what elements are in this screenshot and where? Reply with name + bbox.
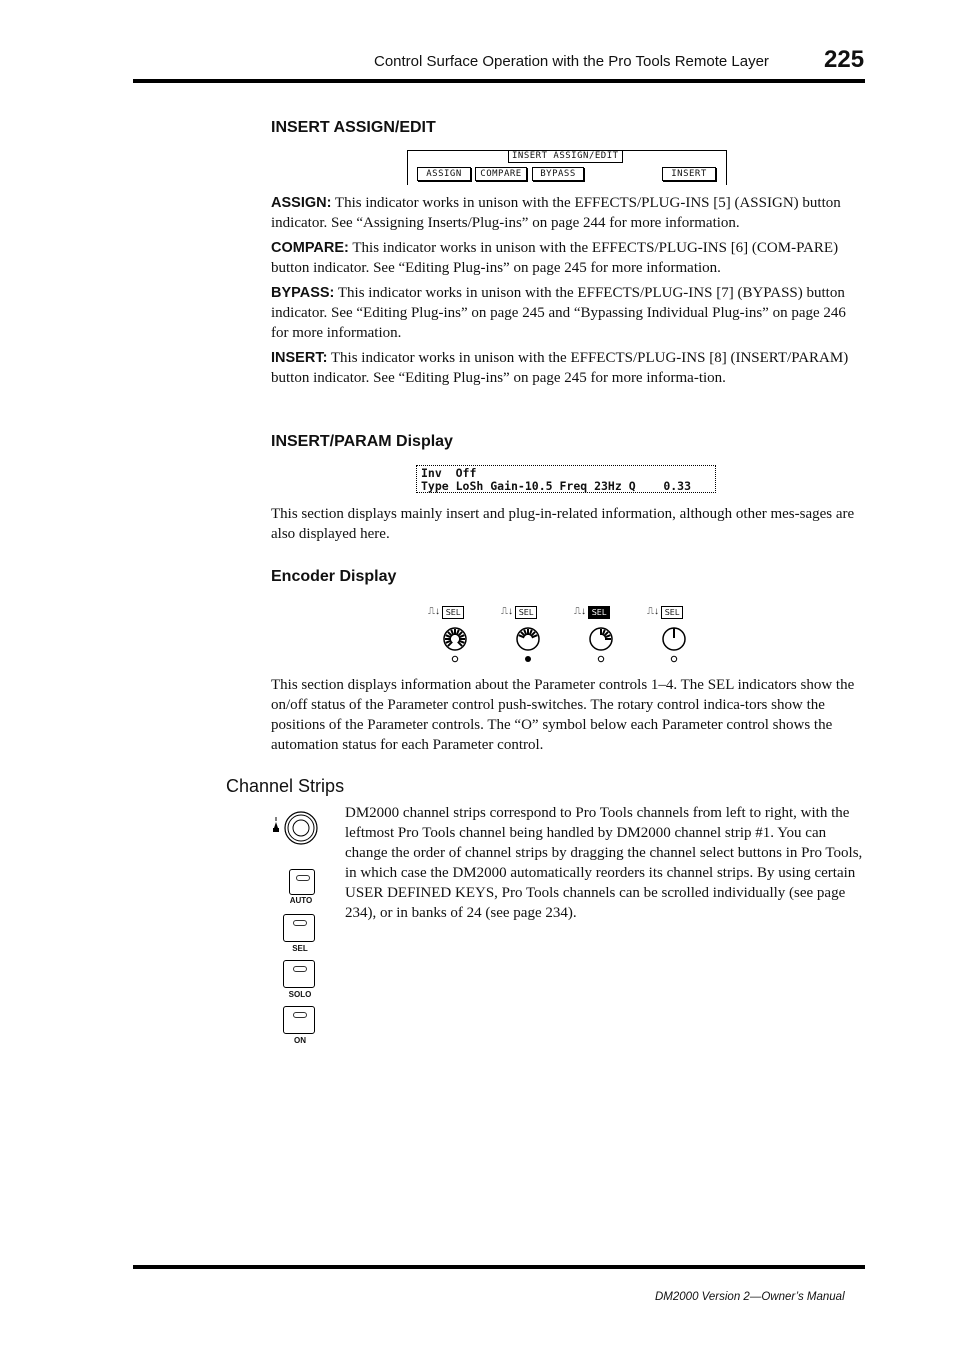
sel-indicator: SEL — [515, 606, 537, 619]
footer-text: DM2000 Version 2—Owner’s Manual — [655, 1291, 845, 1303]
sel-indicator: SEL — [661, 606, 683, 619]
lcd-insert-button: INSERT — [662, 167, 716, 181]
term: COMPARE: — [271, 240, 349, 256]
definition-text: This indicator works in unison with the … — [271, 285, 846, 341]
automation-status-icon — [525, 656, 531, 662]
definition-compare: COMPARE: This indicator works in unison … — [271, 238, 863, 278]
encoder-1: ⎍↓ SEL — [428, 606, 488, 666]
encoder-display-description: This section displays information about … — [271, 677, 855, 753]
page-number: 225 — [824, 46, 865, 73]
channel-strips-description: DM2000 channel strips correspond to Pro … — [345, 805, 863, 921]
push-switch-icon: ⎍↓ — [428, 606, 440, 617]
push-switch-icon: ⎍↓ — [574, 606, 586, 617]
sel-button — [283, 914, 315, 942]
sel-indicator: SEL — [588, 606, 610, 619]
definition-text: This indicator works in unison with the … — [271, 195, 841, 231]
running-header: Control Surface Operation with the Pro T… — [374, 53, 769, 70]
automation-status-icon — [597, 655, 605, 663]
encoder-4: ⎍↓ SEL — [647, 606, 707, 666]
section-heading-channel-strips: Channel Strips — [226, 776, 345, 796]
encoder-3: ⎍↓ SEL — [574, 606, 634, 666]
auto-button-label: AUTO — [289, 896, 313, 905]
lcd-assign-button: ASSIGN — [417, 167, 471, 181]
push-switch-icon: ⎍↓ — [647, 606, 659, 617]
insert-param-description: This section displays mainly insert and … — [271, 506, 855, 542]
sel-button-label: SEL — [292, 944, 308, 953]
led-indicator — [296, 875, 310, 881]
definition-insert: INSERT: This indicator works in unison w… — [271, 348, 863, 388]
rotary-indicator-icon — [443, 627, 467, 651]
automation-status-icon — [451, 655, 459, 663]
section-heading-insert-assign-edit: INSERT ASSIGN/EDIT — [271, 119, 436, 136]
term: ASSIGN: — [271, 195, 332, 211]
automation-status-icon — [670, 655, 678, 663]
lcd-title: INSERT ASSIGN/EDIT — [508, 151, 623, 163]
channel-encoder-icon — [273, 811, 318, 845]
definition-assign: ASSIGN: This indicator works in unison w… — [271, 193, 863, 233]
solo-button-label: SOLO — [288, 990, 312, 999]
lcd-line-2: Type LoSh Gain-10.5 Freq 23Hz Q 0.33 — [421, 479, 692, 493]
led-indicator — [293, 966, 307, 972]
term: INSERT: — [271, 350, 328, 366]
insert-assign-edit-lcd: INSERT ASSIGN/EDIT ASSIGN COMPARE BYPASS… — [407, 150, 727, 185]
push-switch-icon: ⎍↓ — [501, 606, 513, 617]
header-rule — [133, 79, 865, 83]
on-button-label: ON — [294, 1036, 306, 1045]
definition-bypass: BYPASS: This indicator works in unison w… — [271, 283, 863, 343]
solo-button — [283, 960, 315, 988]
led-indicator — [293, 1012, 307, 1018]
definition-text: This indicator works in unison with the … — [271, 240, 839, 276]
lcd-bypass-button: BYPASS — [532, 167, 584, 181]
lcd-compare-button: COMPARE — [475, 167, 527, 181]
rotary-indicator-icon — [662, 627, 686, 651]
term: BYPASS: — [271, 285, 335, 301]
auto-button — [289, 869, 315, 895]
on-button — [283, 1006, 315, 1034]
footer-rule — [133, 1265, 865, 1269]
rotary-indicator-icon — [516, 627, 540, 651]
section-heading-insert-param: INSERT/PARAM Display — [271, 433, 453, 450]
insert-param-lcd: Inv Off Type LoSh Gain-10.5 Freq 23Hz Q … — [416, 465, 716, 493]
sel-indicator: SEL — [442, 606, 464, 619]
encoder-2: ⎍↓ SEL — [501, 606, 561, 666]
rotary-indicator-icon — [589, 627, 613, 651]
definition-text: This indicator works in unison with the … — [271, 350, 849, 386]
led-indicator — [293, 920, 307, 926]
section-heading-encoder-display: Encoder Display — [271, 568, 397, 585]
